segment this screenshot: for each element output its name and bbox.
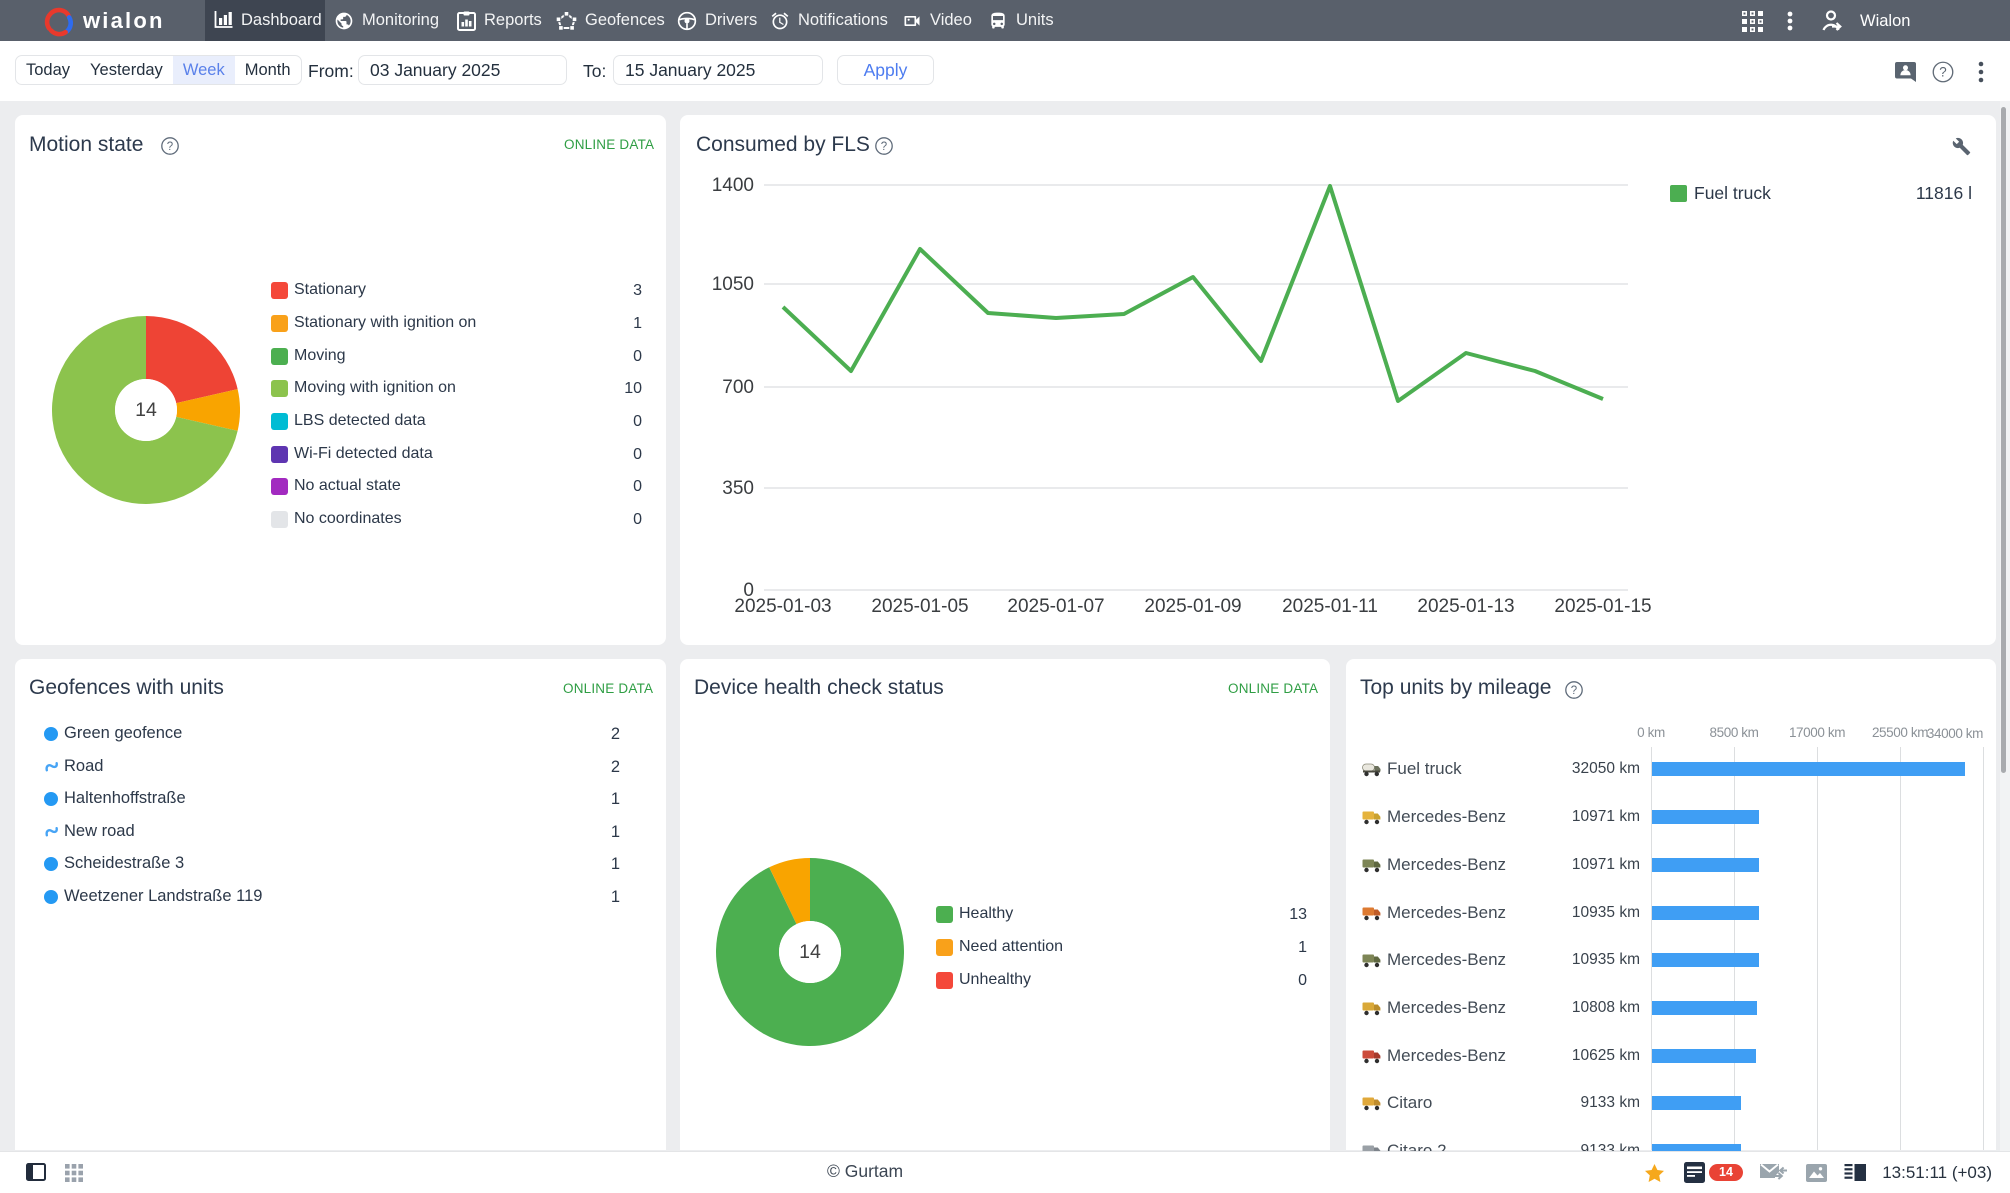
svg-text:?: ? bbox=[1571, 685, 1577, 697]
svg-text:2025-01-11: 2025-01-11 bbox=[1282, 596, 1378, 617]
svg-text:2025-01-15: 2025-01-15 bbox=[1554, 596, 1651, 617]
svg-text:?: ? bbox=[1939, 65, 1946, 80]
svg-text:Fuel truck: Fuel truck bbox=[1694, 183, 1771, 203]
svg-text:2025-01-03: 2025-01-03 bbox=[734, 596, 831, 617]
svg-text:1400: 1400 bbox=[712, 175, 754, 196]
svg-text:2025-01-13: 2025-01-13 bbox=[1417, 596, 1514, 617]
svg-text:11816 l: 11816 l bbox=[1916, 183, 1972, 203]
svg-text:2025-01-05: 2025-01-05 bbox=[871, 596, 968, 617]
svg-text:350: 350 bbox=[722, 478, 754, 499]
svg-text:700: 700 bbox=[722, 377, 754, 398]
svg-text:2025-01-07: 2025-01-07 bbox=[1007, 596, 1104, 617]
svg-text:2025-01-09: 2025-01-09 bbox=[1144, 596, 1241, 617]
svg-text:?: ? bbox=[167, 141, 173, 153]
svg-text:1050: 1050 bbox=[712, 274, 754, 295]
